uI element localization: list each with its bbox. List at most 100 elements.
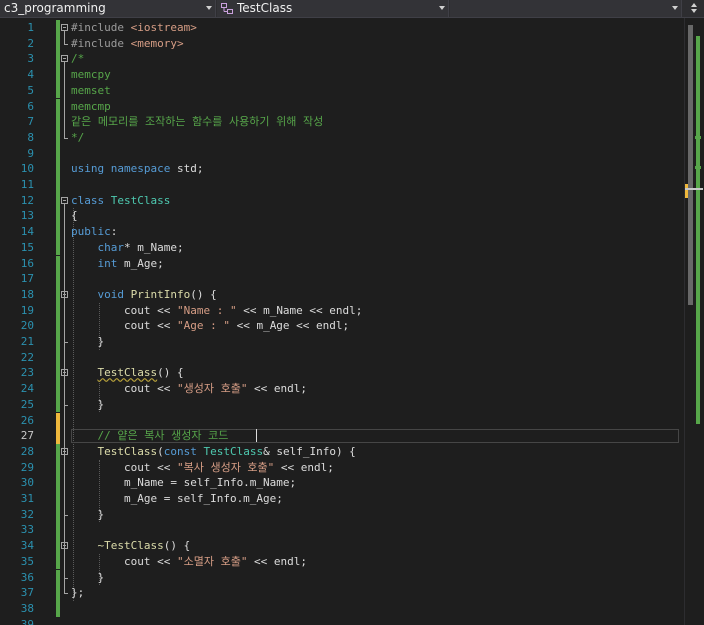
code-token: char bbox=[97, 240, 125, 254]
code-line[interactable]: cout << "복사 생성자 호출" << endl; bbox=[71, 460, 334, 476]
code-line[interactable]: cout << "소멸자 호출" << endl; bbox=[71, 554, 307, 570]
member-scope-dropdown[interactable] bbox=[450, 0, 682, 17]
code-token: PrintInfo bbox=[130, 287, 191, 301]
chevron-down-icon bbox=[691, 9, 697, 13]
line-number: 9 bbox=[27, 146, 34, 160]
saved-change-bar bbox=[56, 381, 60, 397]
fold-region-line bbox=[64, 454, 65, 515]
saved-change-bar bbox=[56, 51, 60, 68]
code-line[interactable]: class TestClass bbox=[71, 193, 170, 209]
code-token: 같은 메모리를 조작하는 함수를 사용하기 위해 작성 bbox=[71, 115, 324, 129]
saved-change-bar bbox=[56, 177, 60, 193]
line-number: 24 bbox=[20, 382, 34, 396]
code-line[interactable]: } bbox=[71, 570, 104, 586]
caret-position-marker bbox=[685, 188, 703, 190]
code-line[interactable]: // 얕은 복사 생성자 코드 bbox=[71, 428, 229, 444]
line-number: 28 bbox=[20, 444, 34, 458]
code-line[interactable]: #include <memory> bbox=[71, 36, 184, 52]
saved-change-bar bbox=[56, 553, 60, 570]
unsaved-change-bar bbox=[56, 428, 60, 444]
code-token: } bbox=[71, 397, 105, 411]
code-line[interactable]: cout << "Name : " << m_Name << endl; bbox=[71, 303, 362, 319]
scrollbar-thumb[interactable] bbox=[688, 25, 693, 305]
code-line[interactable]: memset bbox=[71, 83, 111, 99]
navigation-bar: c3_programming TestClass bbox=[0, 0, 704, 18]
collapse-region-icon bbox=[61, 369, 68, 377]
code-line[interactable]: cout << "생성자 호출" << endl; bbox=[71, 381, 307, 397]
code-line[interactable]: /* bbox=[71, 51, 84, 67]
chevron-down-icon bbox=[439, 6, 445, 10]
code-token: cout << bbox=[71, 303, 177, 317]
line-number: 14 bbox=[20, 225, 34, 239]
line-number: 10 bbox=[20, 162, 34, 176]
code-area[interactable]: 1 2 3 4 5 6 7 8 9 10 11 12 13 14 15 16 17 18 19 20 21 22 23 24 2… bbox=[0, 18, 684, 625]
line-number: 21 bbox=[20, 335, 34, 348]
code-line[interactable]: m_Age = self_Info.m_Age; bbox=[71, 491, 283, 507]
class-scope-dropdown[interactable]: TestClass bbox=[217, 0, 449, 17]
saved-change-bar bbox=[56, 569, 60, 586]
code-line[interactable]: 같은 메모리를 조작하는 함수를 사용하기 위해 작성 bbox=[71, 114, 323, 130]
code-token: memcpy bbox=[71, 68, 111, 82]
vertical-scrollbar[interactable] bbox=[684, 18, 704, 625]
code-line[interactable]: ~TestClass() { bbox=[71, 538, 191, 554]
saved-change-bar bbox=[56, 114, 60, 130]
code-token: m_Age; bbox=[117, 256, 164, 270]
code-token: // 얕은 복사 생성자 코드 bbox=[97, 429, 229, 443]
code-token: cout << bbox=[71, 460, 177, 474]
code-line[interactable]: memcpy bbox=[71, 67, 111, 83]
split-window-button[interactable] bbox=[684, 0, 704, 17]
line-number: 38 bbox=[20, 601, 34, 615]
code-line[interactable]: #include <iostream> bbox=[71, 20, 197, 36]
code-line[interactable]: char* m_Name; bbox=[71, 240, 184, 256]
code-line[interactable]: } bbox=[71, 334, 104, 350]
code-token: }; bbox=[71, 586, 85, 600]
code-editor-window: c3_programming TestClass 1 2 3 4 5 6 7 8 9 10 11 12… bbox=[0, 0, 704, 625]
project-dropdown[interactable]: c3_programming bbox=[0, 0, 216, 17]
saved-change-bar bbox=[56, 98, 60, 115]
saved-change-bar bbox=[56, 286, 60, 303]
saved-change-bar bbox=[56, 302, 60, 319]
saved-change-bar bbox=[56, 239, 60, 256]
code-line[interactable]: memcmp bbox=[71, 99, 111, 115]
saved-change-bar bbox=[56, 208, 60, 225]
code-line[interactable]: } bbox=[71, 507, 104, 523]
code-token: << endl; bbox=[274, 460, 334, 474]
saved-change-bar bbox=[56, 585, 60, 601]
code-token: <memory> bbox=[130, 36, 184, 50]
line-number: 30 bbox=[20, 476, 34, 490]
line-number: 11 bbox=[20, 178, 34, 191]
code-token: * m_Name; bbox=[124, 240, 184, 254]
saved-change-bar bbox=[56, 365, 60, 382]
code-line[interactable]: int m_Age; bbox=[71, 256, 164, 272]
code-line[interactable]: }; bbox=[71, 585, 84, 601]
fold-region-line bbox=[64, 31, 65, 44]
line-number: 7 bbox=[27, 115, 34, 129]
saved-change-bar bbox=[56, 318, 60, 334]
code-token: using bbox=[71, 162, 105, 176]
code-line[interactable]: void PrintInfo() { bbox=[71, 287, 217, 303]
code-line[interactable]: cout << "Age : " << m_Age << endl; bbox=[71, 318, 349, 334]
code-token: "소멸자 호출" bbox=[176, 554, 248, 568]
code-line[interactable]: TestClass() { bbox=[71, 365, 184, 381]
code-token: "복사 생성자 호출" bbox=[176, 460, 275, 474]
code-line[interactable]: TestClass(const TestClass& self_Info) { bbox=[71, 444, 356, 460]
saved-change-bar bbox=[56, 20, 60, 36]
code-token: () { bbox=[190, 287, 217, 301]
code-line[interactable]: using namespace std; bbox=[71, 161, 203, 177]
line-number: 1 bbox=[27, 21, 34, 34]
code-line[interactable]: */ bbox=[71, 130, 84, 146]
collapse-region-icon bbox=[61, 290, 68, 298]
saved-change-bar bbox=[56, 129, 60, 146]
code-line[interactable]: public: bbox=[71, 224, 117, 240]
line-number: 5 bbox=[27, 83, 34, 97]
saved-change-bar bbox=[56, 443, 60, 460]
code-line[interactable]: m_Name = self_Info.m_Name; bbox=[71, 475, 296, 491]
code-line[interactable]: { bbox=[71, 208, 78, 224]
code-token: int bbox=[97, 256, 118, 270]
code-line[interactable]: } bbox=[71, 397, 104, 413]
